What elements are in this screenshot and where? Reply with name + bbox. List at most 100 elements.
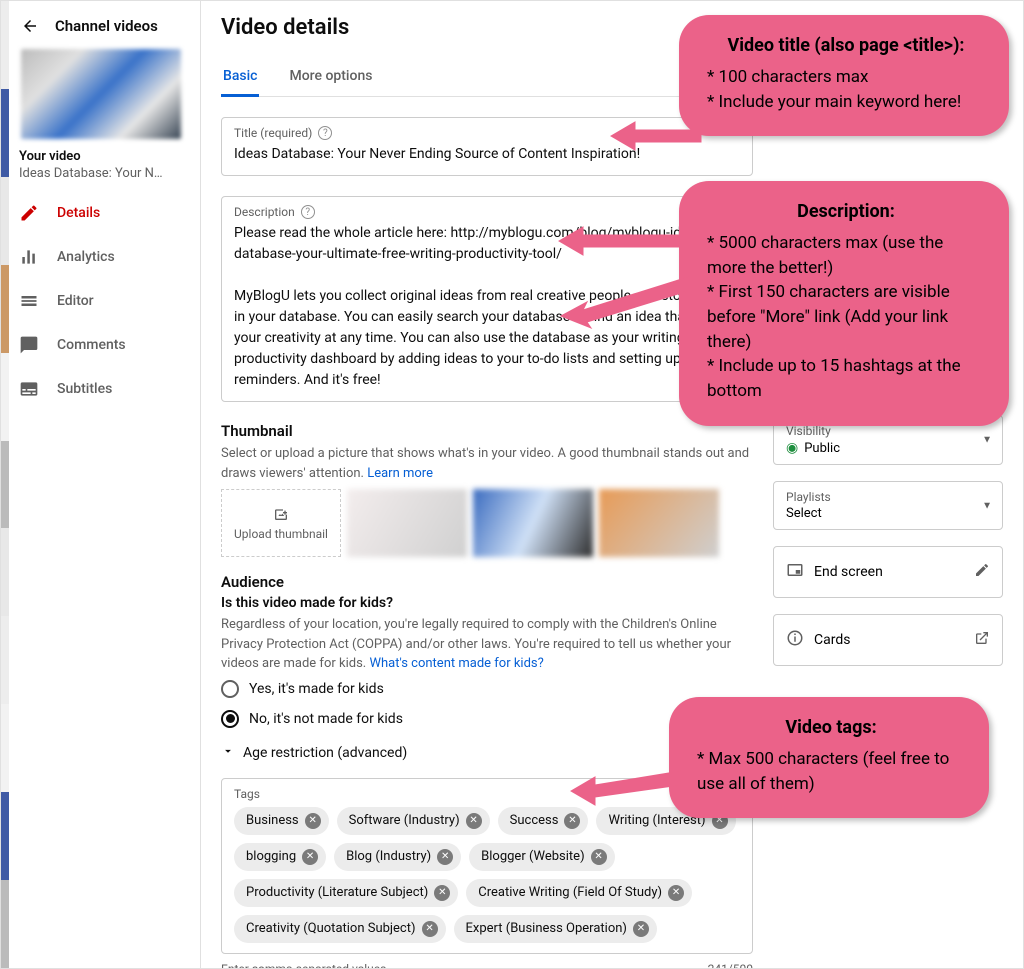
playlists-label: Playlists [786, 490, 990, 504]
desc-label-text: Description [234, 205, 295, 219]
tag-chip[interactable]: Success ✕ [498, 807, 589, 835]
subtitles-icon [19, 379, 39, 399]
tab-basic[interactable]: Basic [221, 58, 259, 97]
playlists-select[interactable]: Playlists Select ▼ [773, 481, 1003, 530]
field-label: Description ? [234, 205, 740, 219]
tag-chip-label: Creative Writing (Field Of Study) [478, 885, 662, 900]
tag-chip-label: Success [510, 813, 559, 828]
help-icon[interactable]: ? [301, 205, 315, 219]
tag-chip[interactable]: Blog (Industry) ✕ [334, 843, 461, 871]
sidebar-back-row[interactable]: Channel videos [1, 9, 200, 49]
nav-label: Details [57, 205, 100, 221]
title-label-text: Title (required) [234, 126, 312, 140]
cards-label: Cards [814, 632, 850, 648]
annotation-line: * Include up to 15 hashtags at the botto… [707, 354, 985, 403]
radio-yes-kids[interactable]: Yes, it's made for kids [221, 674, 753, 704]
tag-chip[interactable]: Business ✕ [234, 807, 329, 835]
nav-editor[interactable]: Editor [1, 279, 200, 323]
thumbnail-sub-text: Select or upload a picture that shows wh… [221, 446, 749, 481]
upload-thumbnail-label: Upload thumbnail [234, 527, 328, 541]
tag-chip[interactable]: Expert (Business Operation) ✕ [454, 915, 657, 943]
thumbnail-option[interactable] [347, 489, 467, 557]
close-icon[interactable]: ✕ [437, 849, 453, 865]
your-video-title: Ideas Database: Your N… [1, 164, 200, 191]
pencil-icon [974, 562, 990, 582]
page-title: Video details [221, 15, 753, 40]
nav-analytics[interactable]: Analytics [1, 235, 200, 279]
thumbnail-option[interactable] [473, 489, 593, 557]
nav-subtitles[interactable]: Subtitles [1, 367, 200, 411]
nav-comments[interactable]: Comments [1, 323, 200, 367]
nav-label: Editor [57, 293, 94, 309]
audience-whats-link[interactable]: What's content made for kids? [369, 656, 543, 671]
tag-chip-label: Expert (Business Operation) [466, 921, 627, 936]
annotation-heading: Description: [707, 199, 985, 225]
thumbnail-row: Upload thumbnail [221, 489, 753, 557]
audience-heading: Audience [221, 573, 753, 591]
visibility-value-row: ◉ Public [786, 440, 990, 456]
tag-chip[interactable]: blogging ✕ [234, 843, 326, 871]
description-field[interactable]: Description ? Please read the whole arti… [221, 196, 753, 402]
close-icon[interactable]: ✕ [591, 849, 607, 865]
annotation-tags: Video tags: * Max 500 characters (feel f… [669, 697, 989, 818]
main: Video details Basic More options Title (… [201, 1, 1023, 968]
help-icon[interactable]: ? [318, 126, 332, 140]
app-root: Channel videos Your video Ideas Database… [0, 0, 1024, 969]
tag-chip-label: blogging [246, 849, 296, 864]
annotation-heading: Video title (also page <title>): [707, 33, 985, 59]
tag-chip[interactable]: Blogger (Website) ✕ [469, 843, 614, 871]
close-icon[interactable]: ✕ [302, 849, 318, 865]
cards-button[interactable]: Cards [773, 614, 1003, 666]
tag-chip[interactable]: Productivity (Literature Subject) ✕ [234, 879, 458, 907]
thumbnail-option[interactable] [599, 489, 719, 557]
tags-footer: Enter comma-separated values 241/500 [221, 962, 753, 969]
desc-value[interactable]: Please read the whole article here: http… [234, 223, 740, 391]
your-video-label: Your video [1, 149, 200, 164]
visibility-value: Public [804, 441, 840, 456]
close-icon[interactable]: ✕ [564, 813, 580, 829]
nav-details[interactable]: Details [1, 191, 200, 235]
info-icon [786, 629, 804, 651]
annotation-description: Description: * 5000 characters max (use … [679, 181, 1009, 426]
tag-chip-label: Productivity (Literature Subject) [246, 885, 428, 900]
chevron-down-icon [221, 744, 235, 762]
caret-down-icon: ▼ [982, 500, 992, 511]
annotation-line: * First 150 characters are visible befor… [707, 280, 985, 354]
tag-chip[interactable]: Creativity (Quotation Subject)✕ [234, 915, 446, 943]
annotation-line: * 100 characters max [707, 65, 985, 90]
back-arrow-icon [21, 17, 39, 35]
video-thumbnail-preview [21, 49, 181, 139]
field-label: Title (required) ? [234, 126, 740, 140]
radio-icon [221, 680, 239, 698]
main-left-column: Video details Basic More options Title (… [221, 15, 753, 958]
upload-thumbnail-button[interactable]: Upload thumbnail [221, 489, 341, 557]
caret-down-icon: ▼ [982, 435, 992, 446]
thumbnail-sub: Select or upload a picture that shows wh… [221, 444, 753, 483]
close-icon[interactable]: ✕ [434, 885, 450, 901]
tags-label: Tags [234, 787, 740, 801]
title-field[interactable]: Title (required) ? Ideas Database: Your … [221, 117, 753, 176]
playlists-value: Select [786, 506, 990, 521]
eye-icon: ◉ [786, 440, 798, 456]
tag-chip-label: Blogger (Website) [481, 849, 584, 864]
close-icon[interactable]: ✕ [466, 813, 482, 829]
annotation-line: * Include your main keyword here! [707, 90, 985, 115]
tag-chip[interactable]: Software (Industry)✕ [337, 807, 490, 835]
open-icon [974, 630, 990, 650]
title-value[interactable]: Ideas Database: Your Never Ending Source… [234, 144, 740, 165]
tag-chip-label: Blog (Industry) [346, 849, 431, 864]
tag-chip-label: Business [246, 813, 299, 828]
radio-icon [221, 710, 239, 728]
close-icon[interactable]: ✕ [305, 813, 321, 829]
annotation-title: Video title (also page <title>): * 100 c… [679, 15, 1009, 136]
close-icon[interactable]: ✕ [668, 885, 684, 901]
thumbnail-learn-link[interactable]: Learn more [367, 466, 433, 481]
close-icon[interactable]: ✕ [633, 921, 649, 937]
tab-more-options[interactable]: More options [287, 58, 374, 96]
tag-chip[interactable]: Creative Writing (Field Of Study) ✕ [466, 879, 692, 907]
end-screen-button[interactable]: End screen [773, 546, 1003, 598]
close-icon[interactable]: ✕ [422, 921, 438, 937]
annotation-heading: Video tags: [697, 715, 965, 741]
editor-icon [19, 291, 39, 311]
pencil-icon [19, 203, 39, 223]
